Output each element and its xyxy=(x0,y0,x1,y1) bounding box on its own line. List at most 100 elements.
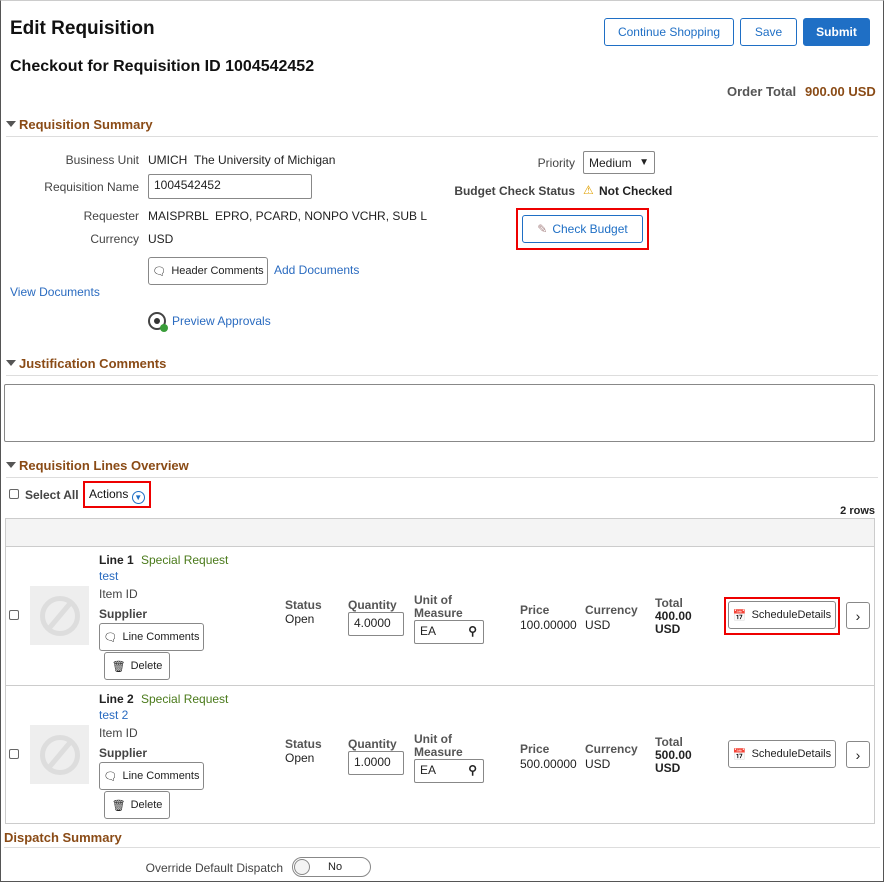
calendar-icon: 📅 xyxy=(732,609,747,622)
requester-label: Requester xyxy=(83,209,139,223)
item-id-label: Item ID xyxy=(99,587,138,601)
toggle-value: No xyxy=(328,861,343,873)
line-details-chevron-right-icon[interactable]: › xyxy=(846,602,870,629)
collapse-triangle-icon xyxy=(6,360,16,366)
requisition-name-label: Requisition Name xyxy=(44,180,139,194)
quantity-input[interactable]: 4.0000 xyxy=(348,612,404,636)
line-description-link[interactable]: test 2 xyxy=(99,708,128,722)
delete-button[interactable]: 🗑 Delete xyxy=(104,791,170,819)
total-value: 400.00 xyxy=(655,609,692,623)
preview-approvals-eye-icon xyxy=(148,312,168,332)
view-documents-link[interactable]: View Documents xyxy=(10,285,100,299)
search-icon[interactable]: ⚲ xyxy=(468,763,477,777)
continue-shopping-button[interactable]: Continue Shopping xyxy=(604,18,734,46)
total-currency: USD xyxy=(655,622,681,636)
requisition-summary-header[interactable]: Requisition Summary xyxy=(6,117,878,137)
section-title: Requisition Summary xyxy=(19,117,153,132)
button-label: Check Budget xyxy=(552,222,628,236)
budget-status-value: Not Checked xyxy=(599,184,673,198)
add-documents-link[interactable]: Add Documents xyxy=(274,263,359,277)
line-number: Line 2 xyxy=(99,692,134,706)
button-label: Delete xyxy=(130,660,163,672)
uom-label-2: Measure xyxy=(414,745,463,759)
schedule-details-button[interactable]: 📅 ScheduleDetails xyxy=(728,601,836,629)
quantity-label: Quantity xyxy=(348,737,397,751)
line-comments-button[interactable]: 🗨 Line Comments xyxy=(99,623,204,651)
uom-value: EA xyxy=(420,763,437,777)
collapse-triangle-icon xyxy=(6,121,16,127)
calendar-icon: 📅 xyxy=(732,748,747,761)
chevron-down-circle-icon: ▼ xyxy=(131,491,145,504)
schedule-details-button[interactable]: 📅 ScheduleDetails xyxy=(728,740,836,768)
total-label: Total xyxy=(655,596,683,610)
item-image-placeholder xyxy=(30,725,89,784)
business-unit-desc: The University of Michigan xyxy=(194,153,336,167)
line-number: Line 1 xyxy=(99,553,134,567)
lines-overview-header[interactable]: Requisition Lines Overview xyxy=(6,458,878,478)
select-all-checkbox[interactable] xyxy=(9,489,19,499)
button-label: ScheduleDetails xyxy=(751,609,832,621)
price-label: Price xyxy=(520,742,550,756)
select-all-label: Select All xyxy=(25,488,79,502)
trash-icon: 🗑 xyxy=(111,660,126,673)
priority-select[interactable]: Medium ▼ xyxy=(583,151,655,174)
justification-textarea[interactable] xyxy=(4,384,875,442)
button-label: Line Comments xyxy=(122,770,200,782)
justification-header[interactable]: Justification Comments xyxy=(6,356,878,376)
save-button[interactable]: Save xyxy=(740,18,797,46)
requisition-name-input[interactable]: 1004542452 xyxy=(148,174,312,199)
override-dispatch-toggle[interactable]: No xyxy=(292,857,371,877)
currency-value: USD xyxy=(148,232,174,246)
delete-button[interactable]: 🗑 Delete xyxy=(104,652,170,680)
line-comments-button[interactable]: 🗨 Line Comments xyxy=(99,762,204,790)
button-label: Line Comments xyxy=(122,631,200,643)
line-checkbox[interactable] xyxy=(9,749,19,759)
quantity-label: Quantity xyxy=(348,598,397,612)
priority-value: Medium xyxy=(589,155,632,170)
dispatch-summary-title: Dispatch Summary xyxy=(4,830,122,845)
uom-label-2: Measure xyxy=(414,606,463,620)
line-checkbox[interactable] xyxy=(9,610,19,620)
button-label: ScheduleDetails xyxy=(751,748,832,760)
budget-status-label: Budget Check Status xyxy=(454,184,575,198)
header-comments-button[interactable]: 🗨 Header Comments xyxy=(148,257,268,285)
requester-desc: EPRO, PCARD, NONPO VCHR, SUB L xyxy=(215,209,428,223)
button-label: Header Comments xyxy=(171,265,264,277)
section-title: Justification Comments xyxy=(19,356,167,371)
submit-button[interactable]: Submit xyxy=(803,18,870,46)
total-value: 500.00 xyxy=(655,748,692,762)
uom-label: Unit of xyxy=(414,593,452,607)
line-details-chevron-right-icon[interactable]: › xyxy=(846,741,870,768)
divider xyxy=(4,847,880,848)
comment-icon: 🗨 xyxy=(103,631,118,644)
row-count: 2 rows xyxy=(840,505,875,517)
supplier-label: Supplier xyxy=(99,607,148,621)
line-description-link[interactable]: test xyxy=(99,569,118,583)
button-label: Delete xyxy=(130,799,163,811)
uom-input[interactable]: EA ⚲ xyxy=(414,759,484,783)
currency-value: USD xyxy=(585,618,611,632)
uom-input[interactable]: EA ⚲ xyxy=(414,620,484,644)
chevron-down-icon: ▼ xyxy=(639,157,649,168)
total-label: Total xyxy=(655,735,683,749)
priority-label: Priority xyxy=(537,156,575,170)
line-type: Special Request xyxy=(141,553,229,567)
warning-icon: ⚠ xyxy=(583,183,594,197)
section-title: Requisition Lines Overview xyxy=(19,458,189,473)
preview-approvals-link[interactable]: Preview Approvals xyxy=(172,314,271,328)
comment-icon: 🗨 xyxy=(103,770,118,783)
search-icon[interactable]: ⚲ xyxy=(468,624,477,638)
trash-icon: 🗑 xyxy=(111,799,126,812)
page-subtitle: Checkout for Requisition ID 1004542452 xyxy=(10,58,315,75)
price-value: 100.00000 xyxy=(520,618,577,632)
currency-value: USD xyxy=(585,757,611,771)
item-image-placeholder xyxy=(30,586,89,645)
item-id-label: Item ID xyxy=(99,726,138,740)
supplier-label: Supplier xyxy=(99,746,148,760)
status-value: Open xyxy=(285,751,315,765)
actions-menu[interactable]: Actions ▼ xyxy=(89,487,145,504)
check-budget-button[interactable]: ✎ Check Budget xyxy=(522,215,643,243)
collapse-triangle-icon xyxy=(6,462,16,468)
no-image-icon xyxy=(39,734,80,775)
quantity-input[interactable]: 1.0000 xyxy=(348,751,404,775)
